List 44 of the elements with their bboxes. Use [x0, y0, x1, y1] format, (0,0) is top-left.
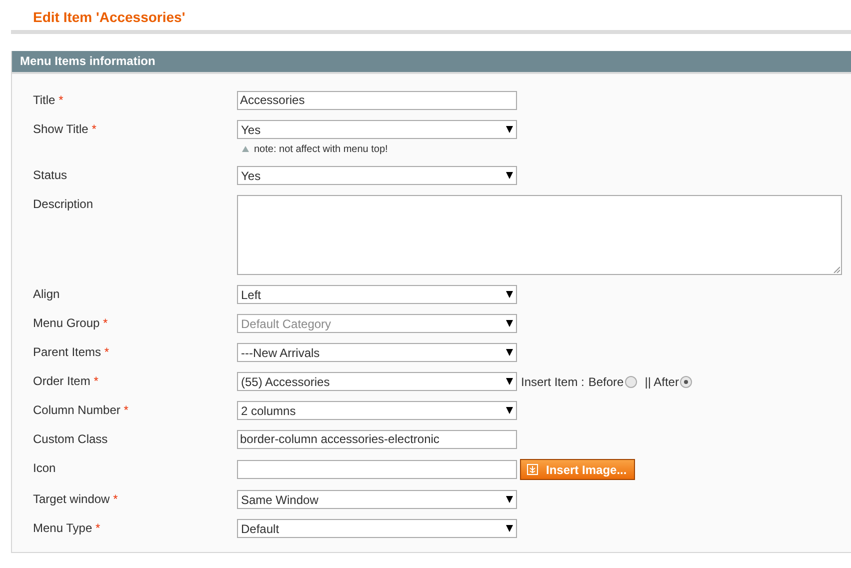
- field-label: Icon: [33, 460, 57, 477]
- field-label: Status: [33, 167, 68, 184]
- page-title: Edit Item 'Accessories': [33, 8, 186, 26]
- caret-icon: [506, 378, 513, 385]
- caret-icon: [506, 349, 513, 356]
- caret-icon: [506, 126, 513, 133]
- text-field[interactable]: Accessories: [237, 91, 517, 110]
- dropdown[interactable]: Same Window: [237, 490, 517, 509]
- panel-header: Menu Items information: [12, 51, 851, 74]
- caret-icon: [506, 525, 513, 532]
- text-field[interactable]: [237, 460, 517, 479]
- field-label: Title *: [33, 92, 64, 109]
- caret-icon: [506, 291, 513, 298]
- field-label: Menu Group *: [33, 315, 109, 332]
- text-field[interactable]: border-column accessories-electronic: [237, 430, 517, 449]
- caret-icon: [506, 172, 513, 179]
- dropdown[interactable]: Left: [237, 285, 517, 304]
- dropdown[interactable]: ---New Arrivals: [237, 343, 517, 362]
- field-label: Target window *: [33, 491, 119, 508]
- caret-icon: [506, 407, 513, 414]
- triangle-icon: [242, 146, 249, 152]
- dropdown[interactable]: Default: [237, 519, 517, 538]
- field-label: Show Title *: [33, 121, 98, 138]
- dropdown[interactable]: Yes: [237, 166, 517, 185]
- note-text: note: not affect with menu top!: [254, 144, 388, 154]
- caret-icon: [506, 496, 513, 503]
- field-label: Parent Items *: [33, 344, 110, 361]
- caret-icon: [506, 320, 513, 327]
- radio-button[interactable]: [680, 376, 692, 388]
- field-label: Menu Type *: [33, 520, 102, 537]
- field-label: Description: [33, 196, 94, 213]
- resize-handle-icon[interactable]: [832, 265, 840, 273]
- radio-label: || After: [644, 374, 679, 388]
- insert-label: Insert Item :: [521, 374, 584, 388]
- dropdown[interactable]: (55) Accessories: [237, 372, 517, 391]
- field-label: Custom Class: [33, 431, 109, 448]
- dropdown[interactable]: Yes: [237, 120, 517, 139]
- field-label: Align: [33, 286, 61, 303]
- field-label: Column Number *: [33, 402, 130, 419]
- dropdown[interactable]: 2 columns: [237, 401, 517, 420]
- radio-label: Before: [588, 374, 624, 388]
- textarea-field[interactable]: [237, 195, 842, 275]
- radio-button[interactable]: [624, 376, 637, 388]
- field-label: Order Item *: [33, 373, 100, 390]
